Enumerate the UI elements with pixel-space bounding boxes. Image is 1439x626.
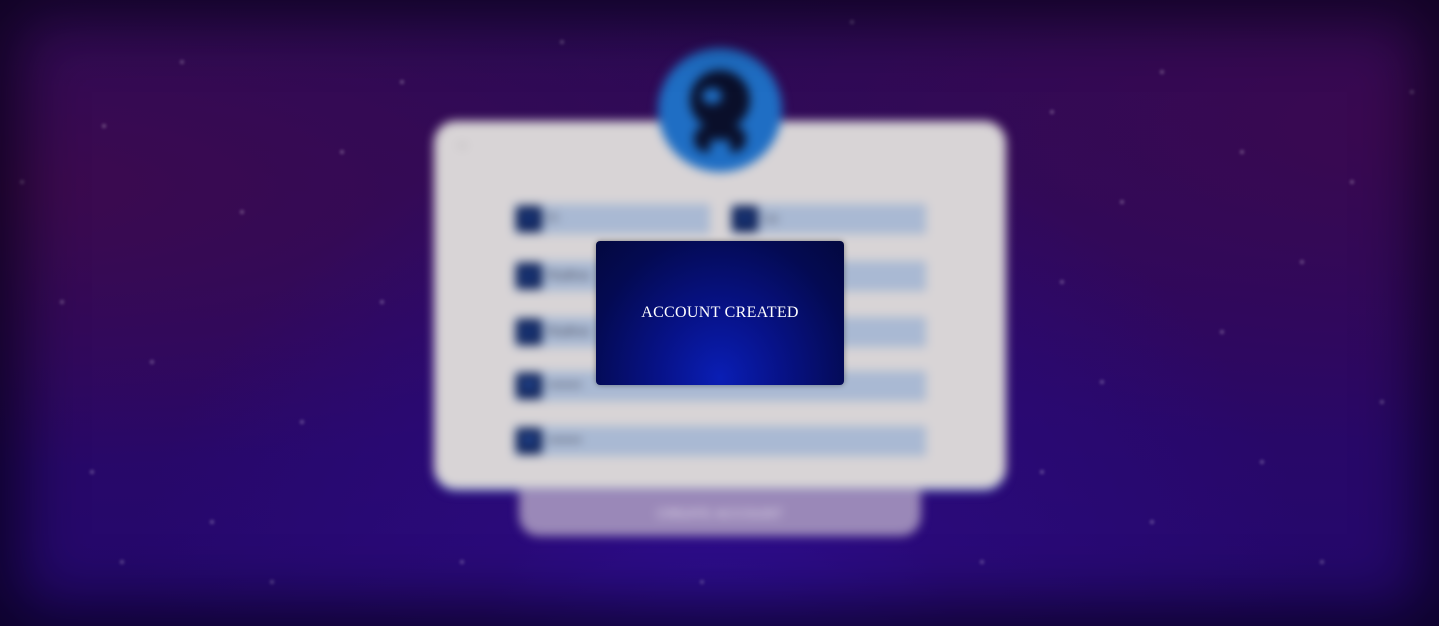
user-icon: ●	[516, 206, 542, 232]
lock-icon: ■	[516, 373, 542, 399]
robot-avatar-icon	[658, 48, 782, 172]
confirm-email-placeholder: Rudhva	[548, 324, 590, 338]
confirm-password-value: ••••••••	[548, 433, 582, 447]
first-name-field[interactable]: ● Fi	[514, 204, 710, 234]
user-icon: ●	[732, 206, 758, 232]
first-name-placeholder: Fi	[548, 211, 558, 225]
at-sign-icon: @	[516, 319, 542, 345]
account-created-dialog[interactable]: ACCOUNT CREATED	[596, 241, 844, 385]
confirm-password-field[interactable]: ■ ••••••••	[514, 426, 926, 456]
at-sign-icon: @	[516, 263, 542, 289]
account-created-message: ACCOUNT CREATED	[641, 304, 799, 321]
email-placeholder: Rudhva	[548, 268, 590, 282]
create-account-button[interactable]: CREATE ACCOUNT	[519, 490, 921, 536]
password-value: ••••••••	[548, 378, 582, 392]
robot-avatar-graphic	[690, 70, 750, 152]
last-name-field[interactable]: ● La	[730, 204, 926, 234]
lock-icon: ■	[516, 428, 542, 454]
arrow-left-icon[interactable]: ←	[456, 137, 470, 153]
last-name-placeholder: La	[764, 211, 778, 225]
page: ← ● Fi ● La @ Rudhva @ Rudhva ■ ••••••••…	[0, 0, 1439, 626]
